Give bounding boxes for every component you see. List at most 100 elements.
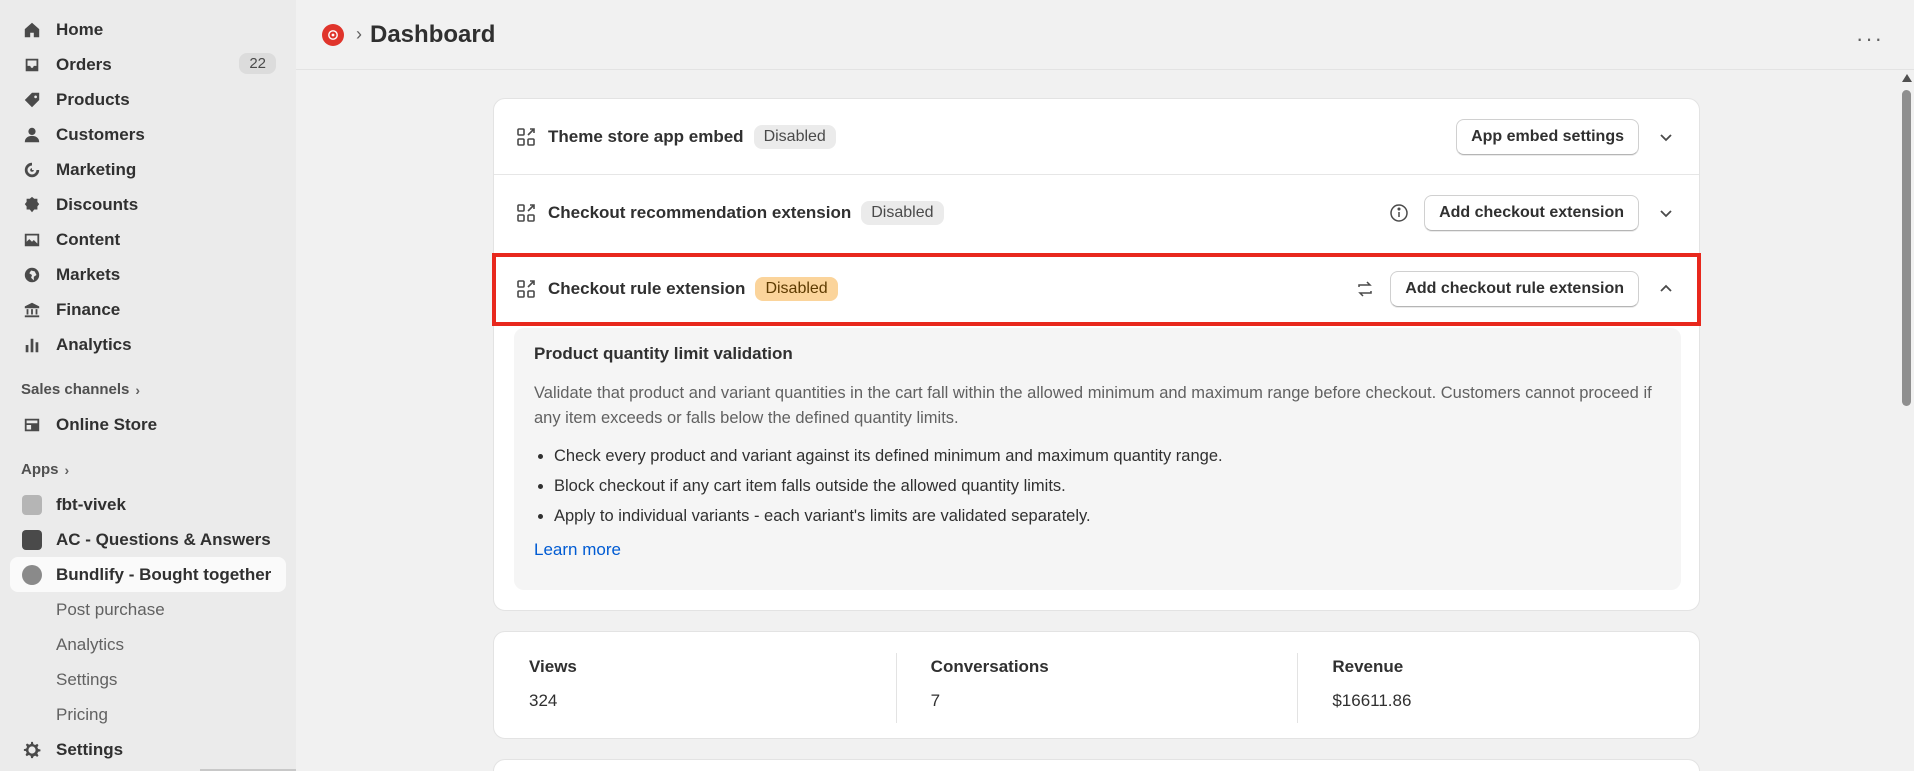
sidebar-app-fbt-vivek[interactable]: fbt-vivek [0,487,296,522]
page-title: Dashboard [370,20,496,48]
chevron-down-icon[interactable] [1651,122,1681,152]
detail-title: Product quantity limit validation [534,344,793,363]
chevron-up-icon[interactable] [1651,274,1681,304]
sidebar-item-settings[interactable]: Settings [0,732,296,767]
discount-icon [22,195,42,215]
sidebar: Home Orders 22 Products Customers Market… [0,0,296,771]
app-extension-icon [516,279,536,299]
scrollbar[interactable] [1898,70,1914,771]
row-actions: App embed settings [1456,99,1681,175]
sidebar-sub-post-purchase[interactable]: Post purchase [0,592,296,627]
sidebar-item-label: Analytics [56,334,132,354]
extensions-card: Theme store app embed Disabled App embed… [493,98,1700,611]
orders-count-badge: 22 [239,53,276,74]
sidebar-item-label: Markets [56,264,121,284]
app-extension-icon [516,127,536,147]
app-icon [22,494,42,515]
status-badge: Disabled [755,277,838,301]
inbox-icon [22,55,42,75]
status-badge: Disabled [753,124,836,149]
more-actions-icon[interactable]: ··· [1856,26,1884,52]
detail-bullet-list: Check every product and variant against … [534,441,1661,531]
extension-title: Theme store app embed [548,126,744,146]
extension-row-theme-embed[interactable]: Theme store app embed Disabled App embed… [494,99,1699,175]
gear-icon [22,740,42,760]
row-actions: Add checkout rule extension [1354,251,1681,327]
stats-card: Views 324 Conversations 7 Revenue $16611… [493,631,1700,739]
sidebar-item-label: Content [56,229,121,249]
breadcrumb-separator-icon: › [356,24,362,44]
sidebar-item-label: Discounts [56,194,139,214]
sidebar-item-label: Products [56,89,130,109]
refresh-icon[interactable] [1354,278,1376,300]
sidebar-sub-analytics[interactable]: Analytics [0,627,296,662]
extension-row-checkout-rule[interactable]: Checkout rule extension Disabled Add che… [494,251,1699,327]
sidebar-item-label: Finance [56,299,121,319]
row-actions: Add checkout extension [1388,175,1681,251]
sidebar-sub-pricing[interactable]: Pricing [0,697,296,732]
app-icon [22,529,42,550]
stat-value: 7 [930,691,941,710]
chevron-down-icon[interactable] [1651,198,1681,228]
sidebar-sub-settings[interactable]: Settings [0,662,296,697]
sidebar-item-label: Orders [56,54,112,74]
sidebar-item-finance[interactable]: Finance [0,292,296,327]
tag-icon [22,90,42,110]
stat-label: Views [529,657,577,676]
chevron-right-icon: › [135,381,141,398]
stat-label: Revenue [1332,657,1404,676]
scroll-up-arrow-icon[interactable] [1902,74,1912,82]
sidebar-item-label: Bundlify - Bought together [56,564,272,584]
store-icon [22,415,42,435]
scrollbar-thumb[interactable] [1902,90,1911,406]
apps-heading[interactable]: Apps › [0,452,296,487]
sidebar-item-label: Online Store [56,414,158,434]
sidebar-item-discounts[interactable]: Discounts [0,187,296,222]
sidebar-item-products[interactable]: Products [0,82,296,117]
sidebar-app-bundlify[interactable]: Bundlify - Bought together [10,557,286,592]
person-icon [22,125,42,145]
bar-chart-icon [22,335,42,355]
sidebar-item-markets[interactable]: Markets [0,257,296,292]
detail-description: Validate that product and variant quanti… [534,384,1652,427]
stat-label: Conversations [930,657,1049,676]
bank-icon [22,300,42,320]
app-icon [22,564,42,585]
sidebar-item-label: Marketing [56,159,137,179]
page-header: › Dashboard ··· [296,0,1914,70]
sidebar-item-online-store[interactable]: Online Store [0,407,296,442]
extension-title: Checkout recommendation extension [548,203,852,222]
info-icon[interactable] [1388,202,1410,224]
sidebar-item-customers[interactable]: Customers [0,117,296,152]
sidebar-item-label: Customers [56,124,145,144]
sidebar-item-label: AC - Questions & Answers [56,529,271,549]
stat-value: 324 [529,691,558,710]
sidebar-item-analytics[interactable]: Analytics [0,327,296,362]
sales-channels-heading[interactable]: Sales channels › [0,372,296,407]
stat-revenue: Revenue $16611.86 [1297,632,1699,738]
sidebar-item-label: fbt-vivek [56,494,126,514]
stat-conversations: Conversations 7 [895,632,1298,738]
app-embed-settings-button[interactable]: App embed settings [1456,119,1639,155]
stat-value: $16611.86 [1332,691,1412,710]
apps-label: Apps [21,461,59,478]
add-checkout-rule-extension-button[interactable]: Add checkout rule extension [1390,271,1639,307]
sidebar-app-questions-answers[interactable]: AC - Questions & Answers [0,522,296,557]
app-logo-icon[interactable] [322,23,344,46]
extension-row-checkout-recommendation[interactable]: Checkout recommendation extension Disabl… [494,175,1699,251]
status-badge: Disabled [861,201,944,225]
add-checkout-extension-button[interactable]: Add checkout extension [1424,195,1639,231]
list-item: Block checkout if any cart item falls ou… [554,471,1661,501]
chevron-right-icon: › [64,461,70,478]
sales-channels-label: Sales channels [21,381,130,398]
home-icon [22,20,42,40]
list-item: Check every product and variant against … [554,441,1661,471]
globe-icon [22,265,42,285]
sidebar-item-home[interactable]: Home [0,12,296,47]
image-icon [22,230,42,250]
sidebar-item-content[interactable]: Content [0,222,296,257]
sidebar-item-marketing[interactable]: Marketing [0,152,296,187]
sidebar-item-orders[interactable]: Orders 22 [0,47,296,82]
app-extension-icon [516,203,536,223]
learn-more-link[interactable]: Learn more [534,540,621,560]
